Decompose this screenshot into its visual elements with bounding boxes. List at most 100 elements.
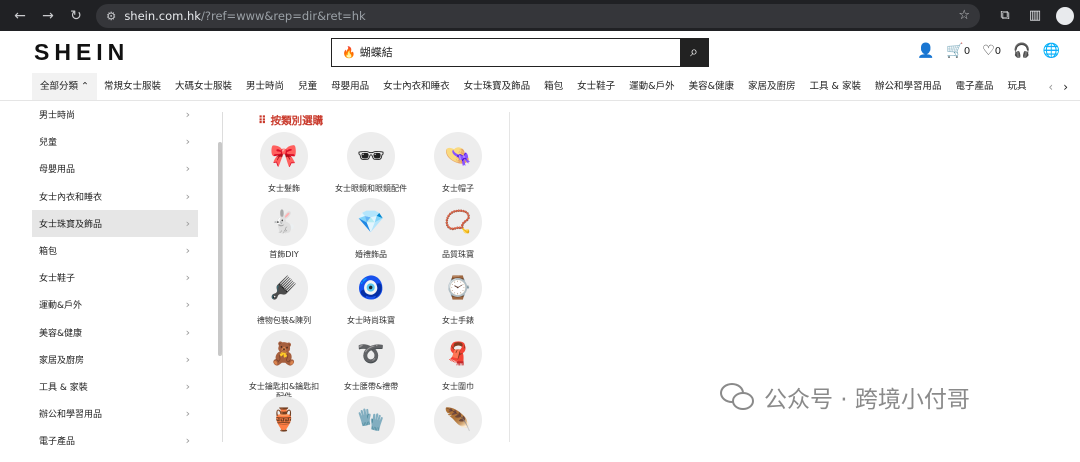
site-header: SHEIN 🔥 ⌕ 👤 🛒0 ♡0 🎧 🌐 (0, 31, 1080, 73)
sidebar-item-label: 辦公和學習用品 (39, 410, 103, 421)
subcategory-item[interactable]: 🧣 女士圍巾 (420, 330, 496, 396)
sidebar-item-label: 男士時尚 (39, 111, 76, 122)
heart-icon: ♡ (982, 43, 995, 59)
watermark: 公众号 · 跨境小付哥 (720, 380, 970, 414)
trending-flame-icon: 🔥 (342, 45, 356, 59)
sidebar-item[interactable]: 運動&戶外 › (32, 291, 198, 318)
subcategory-label: 禮物包裝&陳列 (256, 316, 312, 325)
side-panel-icon[interactable]: ▥ (1020, 8, 1050, 23)
support-headset-icon[interactable]: 🎧 (1013, 43, 1030, 59)
forward-icon[interactable]: → (34, 8, 62, 24)
chevron-left-icon[interactable]: ‹ (1048, 80, 1053, 94)
chevron-right-icon: › (185, 189, 190, 203)
subcategory-item[interactable]: 🧤 (326, 396, 416, 462)
cart-button[interactable]: 🛒 0 (946, 43, 970, 59)
category-tab[interactable]: 家居及廚房 (741, 73, 803, 100)
category-tab[interactable]: 女士內衣和睡衣 (376, 73, 457, 100)
gloves-icon: 🧤 (347, 396, 395, 444)
sidebar-item[interactable]: 女士珠寶及飾品 › (32, 209, 198, 237)
divider (509, 112, 510, 442)
hair-accessory-icon: 🎀 (260, 132, 308, 180)
subcategory-item[interactable]: 📿 品質珠寶 (420, 198, 496, 264)
search-button[interactable]: ⌕ (680, 38, 708, 66)
subcategory-item[interactable]: 🧿 女士時尚珠寶 (326, 264, 416, 330)
category-tab[interactable]: 常規女士服裝 (97, 73, 168, 100)
search-icon: ⌕ (690, 44, 698, 60)
sidebar-item[interactable]: 工具 & 家裝 › (32, 373, 198, 400)
watermark-text: 公众号 · 跨境小付哥 (764, 387, 970, 413)
pendant-icon: 🧿 (347, 264, 395, 312)
subcategory-item[interactable]: 🕶 女士眼鏡和眼鏡配件 (326, 132, 416, 198)
subcategory-item[interactable]: 🏺 (246, 396, 322, 462)
subcategory-item[interactable]: ➰ 女士腰帶&禮帶 (326, 330, 416, 396)
sidebar-item-label: 箱包 (39, 247, 58, 258)
category-tab[interactable]: 玩具 (1001, 73, 1034, 100)
search-input[interactable] (359, 45, 680, 59)
category-nav: 全部分類 ⌃ 常規女士服裝 大碼女士服裝 男士時尚 兒童 母嬰用品 女士內衣和睡衣 女士珠寶… (0, 73, 1080, 101)
sidebar-item[interactable]: 辦公和學習用品 › (32, 400, 198, 427)
wish-count: 0 (994, 45, 1002, 57)
address-bar[interactable]: ⚙ shein.com.hk/?ref=www&rep=dir&ret=hk ☆ (96, 3, 980, 28)
sidebar-item[interactable]: 兒童 › (32, 128, 198, 155)
sidebar-item[interactable]: 母嬰用品 › (32, 155, 198, 182)
subcategory-label: 女士手錶 (442, 316, 474, 325)
category-tab[interactable]: 辦公和學習用品 (868, 73, 949, 100)
subcategory-item[interactable]: 👒 女士帽子 (420, 132, 496, 198)
subcategory-label: 女士帽子 (442, 184, 474, 193)
category-tab[interactable]: 女士珠寶及飾品 (457, 73, 538, 100)
sidebar-item-label: 工具 & 家裝 (39, 382, 88, 393)
site-info-icon[interactable]: ⚙ (106, 9, 116, 23)
url-path: /?ref=www&rep=dir&ret=hk (200, 8, 366, 23)
panel-title: 按類別選購 (270, 115, 324, 127)
extensions-icon[interactable]: ⧉ (990, 8, 1020, 23)
globe-icon[interactable]: 🌐 (1043, 43, 1060, 59)
category-tab[interactable]: 兒童 (291, 73, 324, 100)
sidebar-item[interactable]: 箱包 › (32, 237, 198, 264)
subcategory-item[interactable]: 💎 婚禮飾品 (326, 198, 416, 264)
wedding-jewelry-icon: 💎 (347, 198, 395, 246)
sidebar-item[interactable]: 電子產品 › (32, 427, 198, 454)
watch-icon: ⌚ (434, 264, 482, 312)
category-tab[interactable]: 工具 & 家裝 (803, 73, 868, 100)
sidebar-item[interactable]: 美容&健康 › (32, 319, 198, 346)
account-icon[interactable]: 👤 (917, 43, 934, 59)
reload-icon[interactable]: ↻ (62, 8, 90, 24)
shein-logo[interactable]: SHEIN (34, 39, 331, 66)
category-tab[interactable]: 大碼女士服裝 (168, 73, 239, 100)
category-tab[interactable]: 箱包 (537, 73, 570, 100)
sidebar-item-label: 兒童 (39, 138, 58, 149)
cart-icon: 🛒 (946, 43, 964, 59)
chevron-right-icon: › (185, 298, 190, 312)
bookmark-star-icon[interactable]: ☆ (958, 8, 970, 23)
category-tab[interactable]: 電子產品 (948, 73, 1000, 100)
category-tab[interactable]: 女士鞋子 (570, 73, 622, 100)
sidebar-item[interactable]: 女士內衣和睡衣 › (32, 183, 198, 210)
chevron-right-icon: › (185, 325, 190, 339)
chevron-right-icon: › (185, 108, 190, 122)
category-tab[interactable]: 母嬰用品 (324, 73, 376, 100)
category-tab[interactable]: 運動&戶外 (622, 73, 681, 100)
search-box[interactable]: 🔥 ⌕ (331, 37, 709, 67)
subcategory-item[interactable]: 🧸女士鑰匙扣&鑰匙扣配件 (246, 330, 322, 401)
subcategory-item[interactable]: 🪮 禮物包裝&陳列 (246, 264, 322, 330)
sidebar-item-label: 家居及廚房 (39, 355, 85, 366)
subcategory-item[interactable]: ⌚ 女士手錶 (420, 264, 496, 330)
category-tab[interactable]: 男士時尚 (239, 73, 291, 100)
sidebar-item[interactable]: 家居及廚房 › (32, 346, 198, 373)
back-icon[interactable]: ← (6, 8, 34, 24)
wishlist-button[interactable]: ♡ 0 (982, 43, 1001, 59)
scarf-icon: 🧣 (434, 330, 482, 378)
sidebar-item-label: 運動&戶外 (39, 301, 83, 312)
category-tab[interactable]: 美容&健康 (682, 73, 741, 100)
all-categories-tab[interactable]: 全部分類 ⌃ (32, 73, 98, 100)
subcategory-item[interactable]: 🐇 首飾DIY (246, 198, 322, 264)
sidebar-item-label: 女士鞋子 (39, 274, 76, 285)
subcategory-label: 女士髮飾 (268, 184, 300, 193)
sidebar-item[interactable]: 男士時尚 › (32, 101, 198, 128)
chevron-right-icon[interactable]: › (1063, 80, 1068, 94)
sidebar-item[interactable]: 女士鞋子 › (32, 264, 198, 291)
profile-avatar[interactable] (1056, 6, 1074, 25)
subcategory-item[interactable]: 🎀 女士髮飾 (246, 132, 322, 198)
subcategory-label: 女士時尚珠寶 (347, 316, 395, 325)
subcategory-item[interactable]: 🪶 (420, 396, 496, 462)
